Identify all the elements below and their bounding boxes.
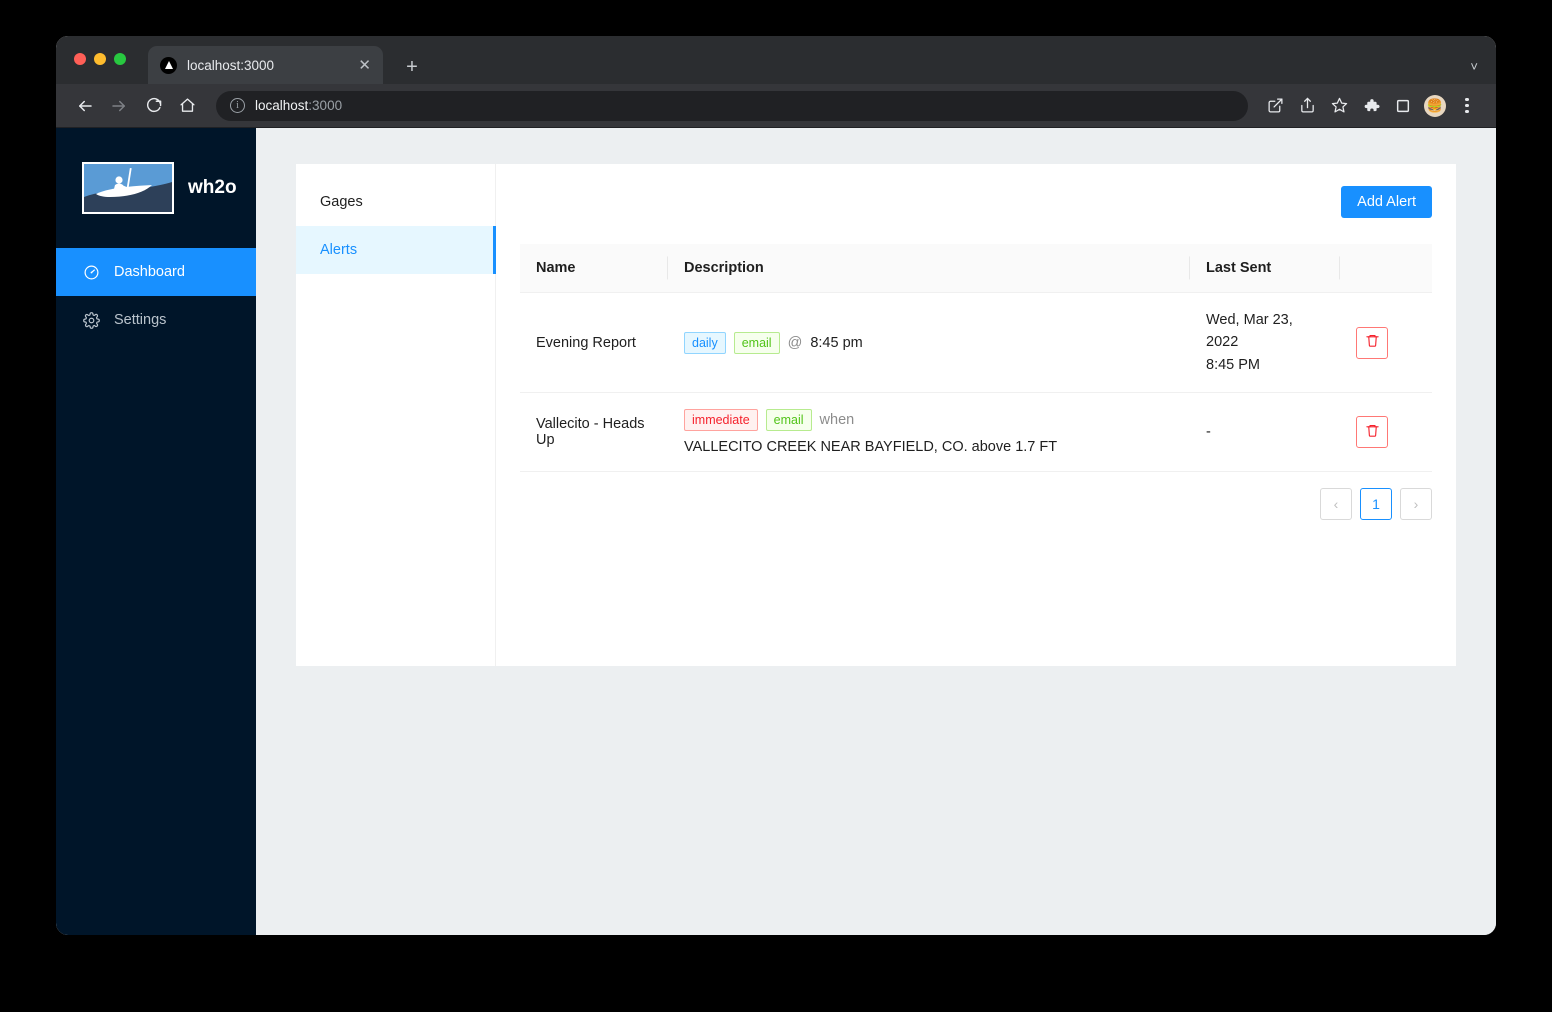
tab-label: Gages — [320, 194, 363, 210]
kebab-icon — [1465, 98, 1469, 113]
column-header-name: Name — [520, 244, 668, 293]
tab-label: Alerts — [320, 242, 358, 258]
page-content: Gages Alerts Add Alert Name Description … — [256, 128, 1496, 935]
last-sent-time: 8:45 PM — [1206, 356, 1260, 373]
home-icon[interactable] — [172, 91, 202, 121]
column-header-actions — [1340, 244, 1432, 293]
cell-last-sent: Wed, Mar 23, 2022 8:45 PM — [1190, 292, 1340, 394]
sidebar-item-settings[interactable]: Settings — [56, 296, 256, 344]
table-body: Evening Report daily email @ 8:45 pm Wed… — [520, 292, 1432, 473]
kayaker-logo — [82, 162, 174, 214]
vertical-tab-list: Gages Alerts — [296, 164, 496, 666]
tab-gages[interactable]: Gages — [296, 178, 495, 226]
pagination-prev-button[interactable]: ‹ — [1320, 488, 1352, 521]
alerts-table: Name Description Last Sent Evening Repor… — [520, 244, 1432, 473]
back-icon[interactable] — [70, 91, 100, 121]
sidebar-item-label: Settings — [114, 312, 167, 328]
url-port: :3000 — [308, 98, 343, 113]
app-sidebar: wh2o Dashboard Settings — [56, 128, 256, 935]
site-info-icon[interactable]: i — [230, 98, 245, 113]
table-header-row: Name Description Last Sent — [520, 244, 1432, 293]
trash-icon — [1365, 333, 1380, 352]
delete-alert-button[interactable] — [1356, 416, 1388, 449]
gear-icon — [82, 311, 100, 329]
status-badge: email — [733, 331, 780, 354]
table-row: Evening Report daily email @ 8:45 pm Wed… — [520, 292, 1432, 394]
close-window-button[interactable] — [74, 53, 86, 65]
table-head: Name Description Last Sent — [520, 244, 1432, 293]
open-in-new-icon[interactable] — [1260, 91, 1290, 121]
forward-icon[interactable] — [104, 91, 134, 121]
status-badge: immediate — [684, 409, 758, 432]
alerts-panel: Add Alert Name Description Last Sent Eve… — [496, 164, 1456, 666]
pagination: ‹ 1 › — [520, 472, 1432, 521]
trash-icon — [1365, 423, 1380, 442]
column-header-last-sent: Last Sent — [1190, 244, 1340, 293]
chevron-down-icon[interactable]: ˅ — [1470, 59, 1478, 74]
brand-header[interactable]: wh2o — [56, 128, 256, 248]
sidebar-item-dashboard[interactable]: Dashboard — [56, 248, 256, 296]
description-prefix: @ — [787, 334, 803, 351]
app-root: wh2o Dashboard Settings Gages Alerts Add… — [56, 128, 1496, 935]
column-header-description: Description — [668, 244, 1190, 293]
description-content: daily email @ 8:45 pm — [684, 331, 1174, 354]
minimize-window-button[interactable] — [94, 53, 106, 65]
browser-tabstrip: localhost:3000 ✕ + ˅ — [56, 36, 1496, 84]
new-tab-button[interactable]: + — [399, 57, 425, 77]
window-traffic-lights — [74, 36, 126, 84]
description-content: immediate email when VALLECITO CREEK NEA… — [684, 409, 1174, 455]
toolbar-icon-group: 🍔 — [1260, 91, 1482, 121]
maximize-window-button[interactable] — [114, 53, 126, 65]
address-bar[interactable]: i localhost:3000 — [216, 90, 1248, 121]
description-detail: VALLECITO CREEK NEAR BAYFIELD, CO. above… — [684, 439, 1058, 456]
panel-toolbar: Add Alert — [520, 186, 1432, 218]
avatar[interactable]: 🍔 — [1424, 94, 1446, 117]
url-host: localhost — [255, 98, 309, 113]
table-row: Vallecito - Heads Up immediate email whe… — [520, 392, 1432, 473]
tab-alerts[interactable]: Alerts — [296, 226, 496, 274]
sidebar-item-label: Dashboard — [114, 264, 185, 280]
reload-icon[interactable] — [138, 91, 168, 121]
cell-actions — [1340, 392, 1432, 473]
last-sent-value: - — [1206, 421, 1324, 443]
cell-name: Vallecito - Heads Up — [520, 392, 668, 473]
address-bar-url: localhost:3000 — [255, 98, 342, 113]
cell-name: Evening Report — [520, 292, 668, 394]
alerts-card: Gages Alerts Add Alert Name Description … — [296, 164, 1456, 666]
description-prefix: when — [819, 412, 855, 429]
browser-tab-title: localhost:3000 — [187, 57, 275, 73]
side-panel-icon[interactable] — [1388, 91, 1418, 121]
status-badge: email — [765, 409, 812, 432]
browser-toolbar: i localhost:3000 🍔 — [56, 84, 1496, 128]
last-sent-date: - — [1206, 424, 1211, 441]
cell-description: immediate email when VALLECITO CREEK NEA… — [668, 392, 1190, 473]
last-sent-value: Wed, Mar 23, 2022 8:45 PM — [1206, 309, 1324, 376]
status-badge: daily — [684, 331, 726, 354]
cell-last-sent: - — [1190, 392, 1340, 473]
dashboard-gauge-icon — [82, 263, 100, 281]
nextjs-triangle-icon — [160, 56, 177, 74]
close-icon[interactable]: ✕ — [358, 58, 371, 73]
browser-window: localhost:3000 ✕ + ˅ i localhost:3000 🍔 … — [56, 36, 1496, 935]
browser-tab[interactable]: localhost:3000 ✕ — [148, 46, 383, 84]
cell-description: daily email @ 8:45 pm — [668, 292, 1190, 394]
extensions-puzzle-icon[interactable] — [1356, 91, 1386, 121]
pagination-next-button[interactable]: › — [1400, 488, 1432, 521]
last-sent-date: Wed, Mar 23, 2022 — [1206, 312, 1293, 351]
share-icon[interactable] — [1292, 91, 1322, 121]
bookmark-star-icon[interactable] — [1324, 91, 1354, 121]
description-detail: 8:45 pm — [810, 334, 863, 351]
browser-menu-button[interactable] — [1452, 91, 1482, 121]
add-alert-button[interactable]: Add Alert — [1341, 186, 1432, 218]
cell-actions — [1340, 292, 1432, 394]
pagination-page-1[interactable]: 1 — [1360, 488, 1392, 521]
brand-name: wh2o — [188, 177, 237, 198]
delete-alert-button[interactable] — [1356, 326, 1388, 359]
